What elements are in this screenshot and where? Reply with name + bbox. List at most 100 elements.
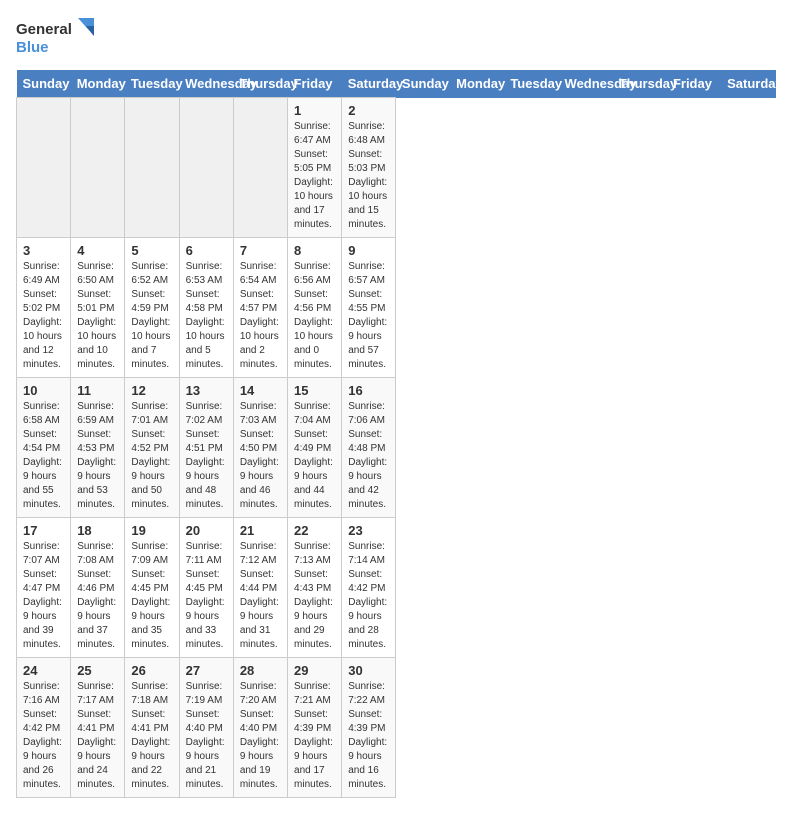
day-number: 11	[77, 383, 118, 398]
day-info: Sunrise: 7:08 AM Sunset: 4:46 PM Dayligh…	[77, 540, 118, 652]
day-header-saturday: Saturday	[721, 70, 775, 98]
day-header-wednesday: Wednesday	[559, 70, 613, 98]
day-number: 6	[186, 243, 227, 258]
calendar-table: SundayMondayTuesdayWednesdayThursdayFrid…	[16, 70, 776, 798]
day-info: Sunrise: 7:21 AM Sunset: 4:39 PM Dayligh…	[294, 680, 335, 792]
day-info: Sunrise: 7:13 AM Sunset: 4:43 PM Dayligh…	[294, 540, 335, 652]
day-number: 25	[77, 663, 118, 678]
day-number: 8	[294, 243, 335, 258]
day-number: 7	[240, 243, 281, 258]
day-number: 4	[77, 243, 118, 258]
logo-svg: General Blue	[16, 16, 96, 60]
day-number: 24	[23, 663, 64, 678]
day-cell: 20 Sunrise: 7:11 AM Sunset: 4:45 PM Dayli…	[179, 518, 233, 658]
day-header-tuesday: Tuesday	[125, 70, 179, 98]
day-cell: 18 Sunrise: 7:08 AM Sunset: 4:46 PM Dayli…	[71, 518, 125, 658]
day-cell	[17, 98, 71, 238]
day-cell: 24 Sunrise: 7:16 AM Sunset: 4:42 PM Dayli…	[17, 658, 71, 798]
day-cell: 29 Sunrise: 7:21 AM Sunset: 4:39 PM Dayli…	[288, 658, 342, 798]
week-row-1: 1Sunrise: 6:47 AM Sunset: 5:05 PM Daylig…	[17, 98, 776, 238]
day-info: Sunrise: 7:19 AM Sunset: 4:40 PM Dayligh…	[186, 680, 227, 792]
day-header-friday: Friday	[667, 70, 721, 98]
day-cell: 22 Sunrise: 7:13 AM Sunset: 4:43 PM Dayli…	[288, 518, 342, 658]
day-cell	[125, 98, 179, 238]
header: General Blue	[16, 16, 776, 60]
day-number: 2	[348, 103, 389, 118]
logo: General Blue	[16, 16, 96, 60]
day-cell: 10 Sunrise: 6:58 AM Sunset: 4:54 PM Dayli…	[17, 378, 71, 518]
day-cell: 15 Sunrise: 7:04 AM Sunset: 4:49 PM Dayli…	[288, 378, 342, 518]
day-number: 12	[131, 383, 172, 398]
day-header-sunday: Sunday	[17, 70, 71, 98]
day-cell: 21Sunrise: 7:12 AM Sunset: 4:44 PM Dayli…	[233, 518, 287, 658]
day-info: Sunrise: 7:06 AM Sunset: 4:48 PM Dayligh…	[348, 400, 389, 512]
day-info: Sunrise: 7:07 AM Sunset: 4:47 PM Dayligh…	[23, 540, 64, 652]
day-cell: 1Sunrise: 6:47 AM Sunset: 5:05 PM Daylig…	[288, 98, 342, 238]
day-header-thursday: Thursday	[613, 70, 667, 98]
day-info: Sunrise: 7:04 AM Sunset: 4:49 PM Dayligh…	[294, 400, 335, 512]
day-cell: 3 Sunrise: 6:49 AM Sunset: 5:02 PM Daylig…	[17, 238, 71, 378]
day-cell	[233, 98, 287, 238]
day-number: 17	[23, 523, 64, 538]
day-number: 28	[240, 663, 281, 678]
day-number: 19	[131, 523, 172, 538]
svg-text:General: General	[16, 21, 72, 38]
day-info: Sunrise: 6:49 AM Sunset: 5:02 PM Dayligh…	[23, 260, 64, 372]
day-number: 26	[131, 663, 172, 678]
day-header-monday: Monday	[71, 70, 125, 98]
day-info: Sunrise: 7:09 AM Sunset: 4:45 PM Dayligh…	[131, 540, 172, 652]
day-number: 23	[348, 523, 389, 538]
svg-text:Blue: Blue	[16, 39, 49, 56]
day-info: Sunrise: 7:17 AM Sunset: 4:41 PM Dayligh…	[77, 680, 118, 792]
day-cell: 12Sunrise: 7:01 AM Sunset: 4:52 PM Dayli…	[125, 378, 179, 518]
day-cell: 4 Sunrise: 6:50 AM Sunset: 5:01 PM Daylig…	[71, 238, 125, 378]
week-row-3: 10 Sunrise: 6:58 AM Sunset: 4:54 PM Dayli…	[17, 378, 776, 518]
day-number: 3	[23, 243, 64, 258]
day-number: 1	[294, 103, 335, 118]
day-info: Sunrise: 7:14 AM Sunset: 4:42 PM Dayligh…	[348, 540, 389, 652]
day-info: Sunrise: 6:50 AM Sunset: 5:01 PM Dayligh…	[77, 260, 118, 372]
day-info: Sunrise: 6:58 AM Sunset: 4:54 PM Dayligh…	[23, 400, 64, 512]
day-cell: 28 Sunrise: 7:20 AM Sunset: 4:40 PM Dayli…	[233, 658, 287, 798]
day-info: Sunrise: 6:52 AM Sunset: 4:59 PM Dayligh…	[131, 260, 172, 372]
day-cell: 30 Sunrise: 7:22 AM Sunset: 4:39 PM Dayli…	[342, 658, 396, 798]
day-header-saturday: Saturday	[342, 70, 396, 98]
day-header-friday: Friday	[288, 70, 342, 98]
day-info: Sunrise: 6:56 AM Sunset: 4:56 PM Dayligh…	[294, 260, 335, 372]
day-info: Sunrise: 6:53 AM Sunset: 4:58 PM Dayligh…	[186, 260, 227, 372]
day-info: Sunrise: 6:54 AM Sunset: 4:57 PM Dayligh…	[240, 260, 281, 372]
day-cell: 9 Sunrise: 6:57 AM Sunset: 4:55 PM Daylig…	[342, 238, 396, 378]
day-cell: 25 Sunrise: 7:17 AM Sunset: 4:41 PM Dayli…	[71, 658, 125, 798]
day-info: Sunrise: 6:57 AM Sunset: 4:55 PM Dayligh…	[348, 260, 389, 372]
day-cell: 13Sunrise: 7:02 AM Sunset: 4:51 PM Dayli…	[179, 378, 233, 518]
day-cell: 8 Sunrise: 6:56 AM Sunset: 4:56 PM Daylig…	[288, 238, 342, 378]
day-number: 10	[23, 383, 64, 398]
day-header-thursday: Thursday	[233, 70, 287, 98]
day-header-sunday: Sunday	[396, 70, 450, 98]
day-cell: 16 Sunrise: 7:06 AM Sunset: 4:48 PM Dayli…	[342, 378, 396, 518]
day-number: 30	[348, 663, 389, 678]
day-number: 5	[131, 243, 172, 258]
day-number: 16	[348, 383, 389, 398]
week-row-4: 17 Sunrise: 7:07 AM Sunset: 4:47 PM Dayli…	[17, 518, 776, 658]
day-info: Sunrise: 7:22 AM Sunset: 4:39 PM Dayligh…	[348, 680, 389, 792]
day-cell: 26Sunrise: 7:18 AM Sunset: 4:41 PM Dayli…	[125, 658, 179, 798]
day-number: 14	[240, 383, 281, 398]
day-number: 15	[294, 383, 335, 398]
day-cell: 5 Sunrise: 6:52 AM Sunset: 4:59 PM Daylig…	[125, 238, 179, 378]
day-number: 29	[294, 663, 335, 678]
day-number: 22	[294, 523, 335, 538]
day-number: 21	[240, 523, 281, 538]
day-number: 18	[77, 523, 118, 538]
day-info: Sunrise: 7:03 AM Sunset: 4:50 PM Dayligh…	[240, 400, 281, 512]
day-info: Sunrise: 7:02 AM Sunset: 4:51 PM Dayligh…	[186, 400, 227, 512]
day-info: Sunrise: 7:20 AM Sunset: 4:40 PM Dayligh…	[240, 680, 281, 792]
day-info: Sunrise: 7:11 AM Sunset: 4:45 PM Dayligh…	[186, 540, 227, 652]
day-cell: 11 Sunrise: 6:59 AM Sunset: 4:53 PM Dayli…	[71, 378, 125, 518]
day-info: Sunrise: 7:16 AM Sunset: 4:42 PM Dayligh…	[23, 680, 64, 792]
week-row-2: 3 Sunrise: 6:49 AM Sunset: 5:02 PM Daylig…	[17, 238, 776, 378]
day-number: 20	[186, 523, 227, 538]
day-info: Sunrise: 6:59 AM Sunset: 4:53 PM Dayligh…	[77, 400, 118, 512]
day-number: 9	[348, 243, 389, 258]
day-cell: 27Sunrise: 7:19 AM Sunset: 4:40 PM Dayli…	[179, 658, 233, 798]
